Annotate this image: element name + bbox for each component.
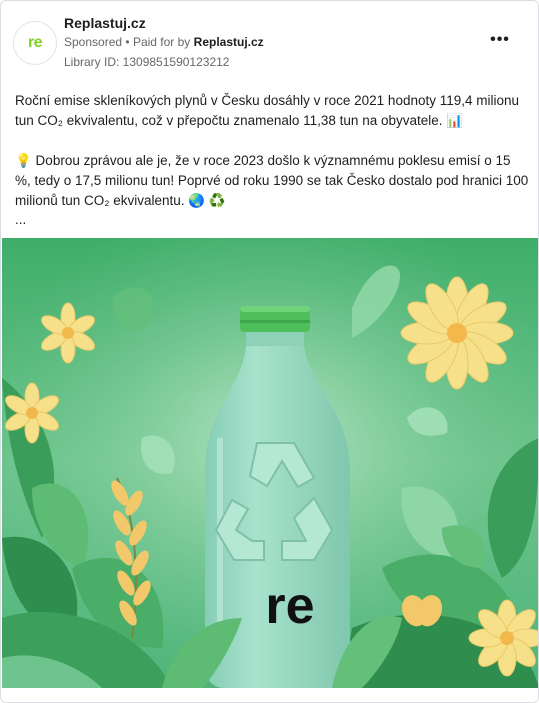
page-name-link[interactable]: Replastuj.cz	[64, 15, 146, 31]
separator-dot: •	[125, 35, 133, 49]
bottle-logo: re	[265, 577, 314, 635]
post-paragraph: Roční emise skleníkových plynů v Česku d…	[15, 93, 520, 128]
more-options-button[interactable]: •••	[488, 31, 512, 48]
library-id: Library ID: 1309851590123212	[64, 55, 230, 69]
see-more-link[interactable]: ...	[15, 213, 530, 227]
ad-header: re Replastuj.cz Sponsored • Paid for by …	[13, 15, 526, 71]
avatar[interactable]: re	[13, 21, 57, 65]
card-footer	[2, 688, 538, 702]
ad-card: re Replastuj.cz Sponsored • Paid for by …	[0, 0, 539, 703]
paid-for-prefix: Paid for by	[132, 35, 191, 49]
paid-for-by-link[interactable]: Replastuj.cz	[194, 35, 264, 49]
sponsored-label: Sponsored	[64, 35, 123, 49]
creative-illustration: re	[2, 238, 538, 688]
post-text: Roční emise skleníkových plynů v Česku d…	[15, 91, 530, 227]
more-horizontal-icon: •••	[490, 31, 510, 48]
sponsored-line: Sponsored • Paid for by Replastuj.cz	[64, 35, 264, 49]
ad-creative-image[interactable]: re	[2, 238, 538, 688]
post-paragraph: 💡 Dobrou zprávou ale je, že v roce 2023 …	[15, 153, 529, 208]
